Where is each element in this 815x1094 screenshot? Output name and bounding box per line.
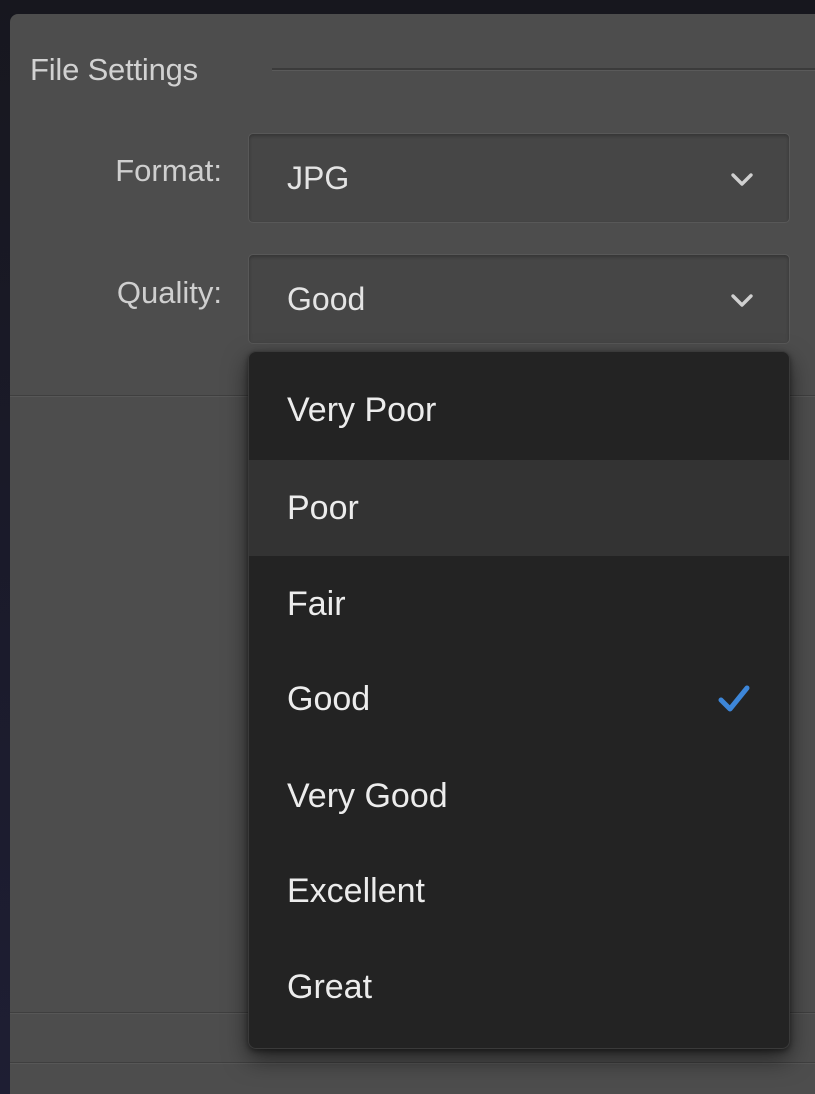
menu-option-poor[interactable]: Poor xyxy=(249,460,789,556)
quality-label: Quality: xyxy=(116,275,222,310)
menu-option-label: Very Poor xyxy=(287,390,437,429)
menu-option-label: Very Good xyxy=(287,776,448,815)
chevron-down-icon xyxy=(731,294,753,307)
menu-option-very-poor[interactable]: Very Poor xyxy=(249,362,789,458)
file-settings-window: File Settings Format: JPG Quality: Good … xyxy=(0,0,815,1094)
quality-dropdown-menu: Very Poor Poor Fair Good Very Good Excel… xyxy=(248,351,790,1049)
chevron-down-icon xyxy=(731,173,753,186)
format-select-value: JPG xyxy=(287,159,350,196)
menu-option-very-good[interactable]: Very Good xyxy=(249,748,789,844)
menu-option-fair[interactable]: Fair xyxy=(249,556,789,652)
window-top-edge xyxy=(0,0,815,14)
checkmark-icon xyxy=(718,685,750,712)
menu-option-label: Fair xyxy=(287,584,346,623)
menu-option-good[interactable]: Good xyxy=(249,651,789,747)
section-divider xyxy=(272,68,815,71)
quality-select[interactable]: Good xyxy=(248,254,790,344)
menu-option-label: Good xyxy=(287,679,371,718)
format-select[interactable]: JPG xyxy=(248,133,790,223)
menu-option-label: Great xyxy=(287,967,373,1006)
menu-option-label: Poor xyxy=(287,488,359,527)
menu-option-great[interactable]: Great xyxy=(249,939,789,1035)
window-left-edge xyxy=(0,0,10,1094)
quality-select-value: Good xyxy=(287,280,366,317)
section-title: File Settings xyxy=(30,52,198,87)
menu-option-label: Excellent xyxy=(287,871,425,910)
menu-option-excellent[interactable]: Excellent xyxy=(249,843,789,939)
panel-separator xyxy=(10,1062,815,1064)
format-label: Format: xyxy=(115,153,222,188)
